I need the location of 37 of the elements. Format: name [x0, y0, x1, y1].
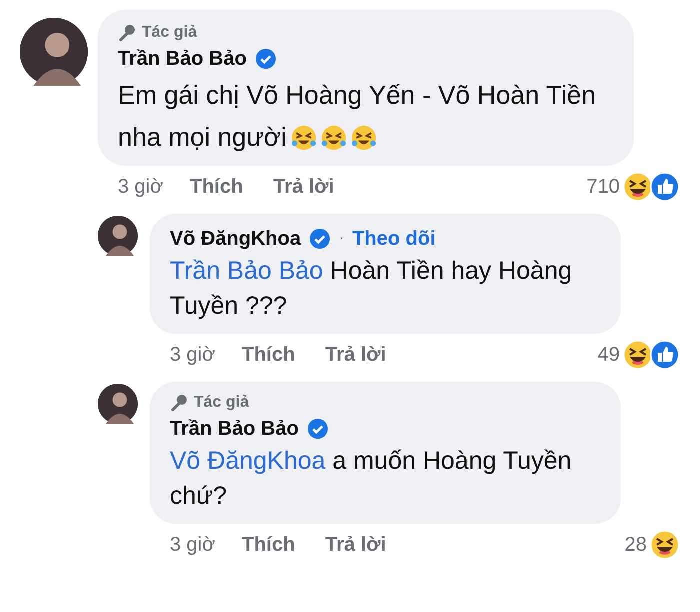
- timestamp: 3 giờ: [170, 344, 216, 366]
- commenter-name[interactable]: Trần Bảo Bảo: [118, 48, 247, 70]
- laughing-face-icon: [623, 340, 653, 370]
- microphone-icon: [170, 394, 188, 412]
- reply-button[interactable]: Trả lời: [273, 176, 334, 198]
- reply-button[interactable]: Trả lời: [325, 534, 386, 556]
- mention-link[interactable]: Võ ĐăngKhoa: [170, 447, 326, 475]
- comment-text: Em gái chị Võ Hoàng Yến - Võ Hoàn Tiền nha mọi người: [118, 79, 597, 154]
- commenter-name[interactable]: Võ ĐăngKhoa: [170, 228, 302, 250]
- laughing-face-icon: [320, 125, 347, 151]
- laughing-face-icon: [290, 125, 317, 151]
- laughing-face-icon: [623, 172, 653, 202]
- avatar[interactable]: [20, 18, 88, 86]
- author-label: Tác giả: [142, 24, 198, 42]
- like-button[interactable]: Thích: [242, 344, 296, 366]
- follow-link[interactable]: Theo dõi: [352, 228, 436, 250]
- comment-text: Võ ĐăngKhoa a muốn Hoàng Tuyền chứ?: [170, 446, 573, 512]
- commenter-name[interactable]: Trần Bảo Bảo: [170, 418, 299, 440]
- comment-text: Trần Bảo Bảo Hoàn Tiền hay Hoàng Tuyền ???: [170, 256, 574, 322]
- reaction-count[interactable]: 28: [624, 534, 647, 556]
- avatar[interactable]: [98, 384, 138, 424]
- thumbs-up-icon: [650, 340, 680, 370]
- separator-dot: ·: [339, 230, 344, 248]
- mention-link[interactable]: Trần Bảo Bảo: [170, 257, 324, 285]
- like-button[interactable]: Thích: [190, 176, 244, 198]
- avatar[interactable]: [98, 216, 138, 256]
- microphone-icon: [118, 24, 136, 42]
- reaction-count[interactable]: 49: [598, 344, 620, 366]
- thumbs-up-icon: [650, 172, 680, 202]
- laughing-face-icon: [350, 125, 377, 151]
- timestamp: 3 giờ: [118, 176, 164, 198]
- like-button[interactable]: Thích: [242, 534, 296, 556]
- author-label: Tác giả: [194, 394, 250, 412]
- reaction-count[interactable]: 710: [586, 176, 620, 198]
- reply-button[interactable]: Trả lời: [325, 344, 386, 366]
- laughing-face-icon: [650, 530, 680, 560]
- timestamp: 3 giờ: [170, 534, 216, 556]
